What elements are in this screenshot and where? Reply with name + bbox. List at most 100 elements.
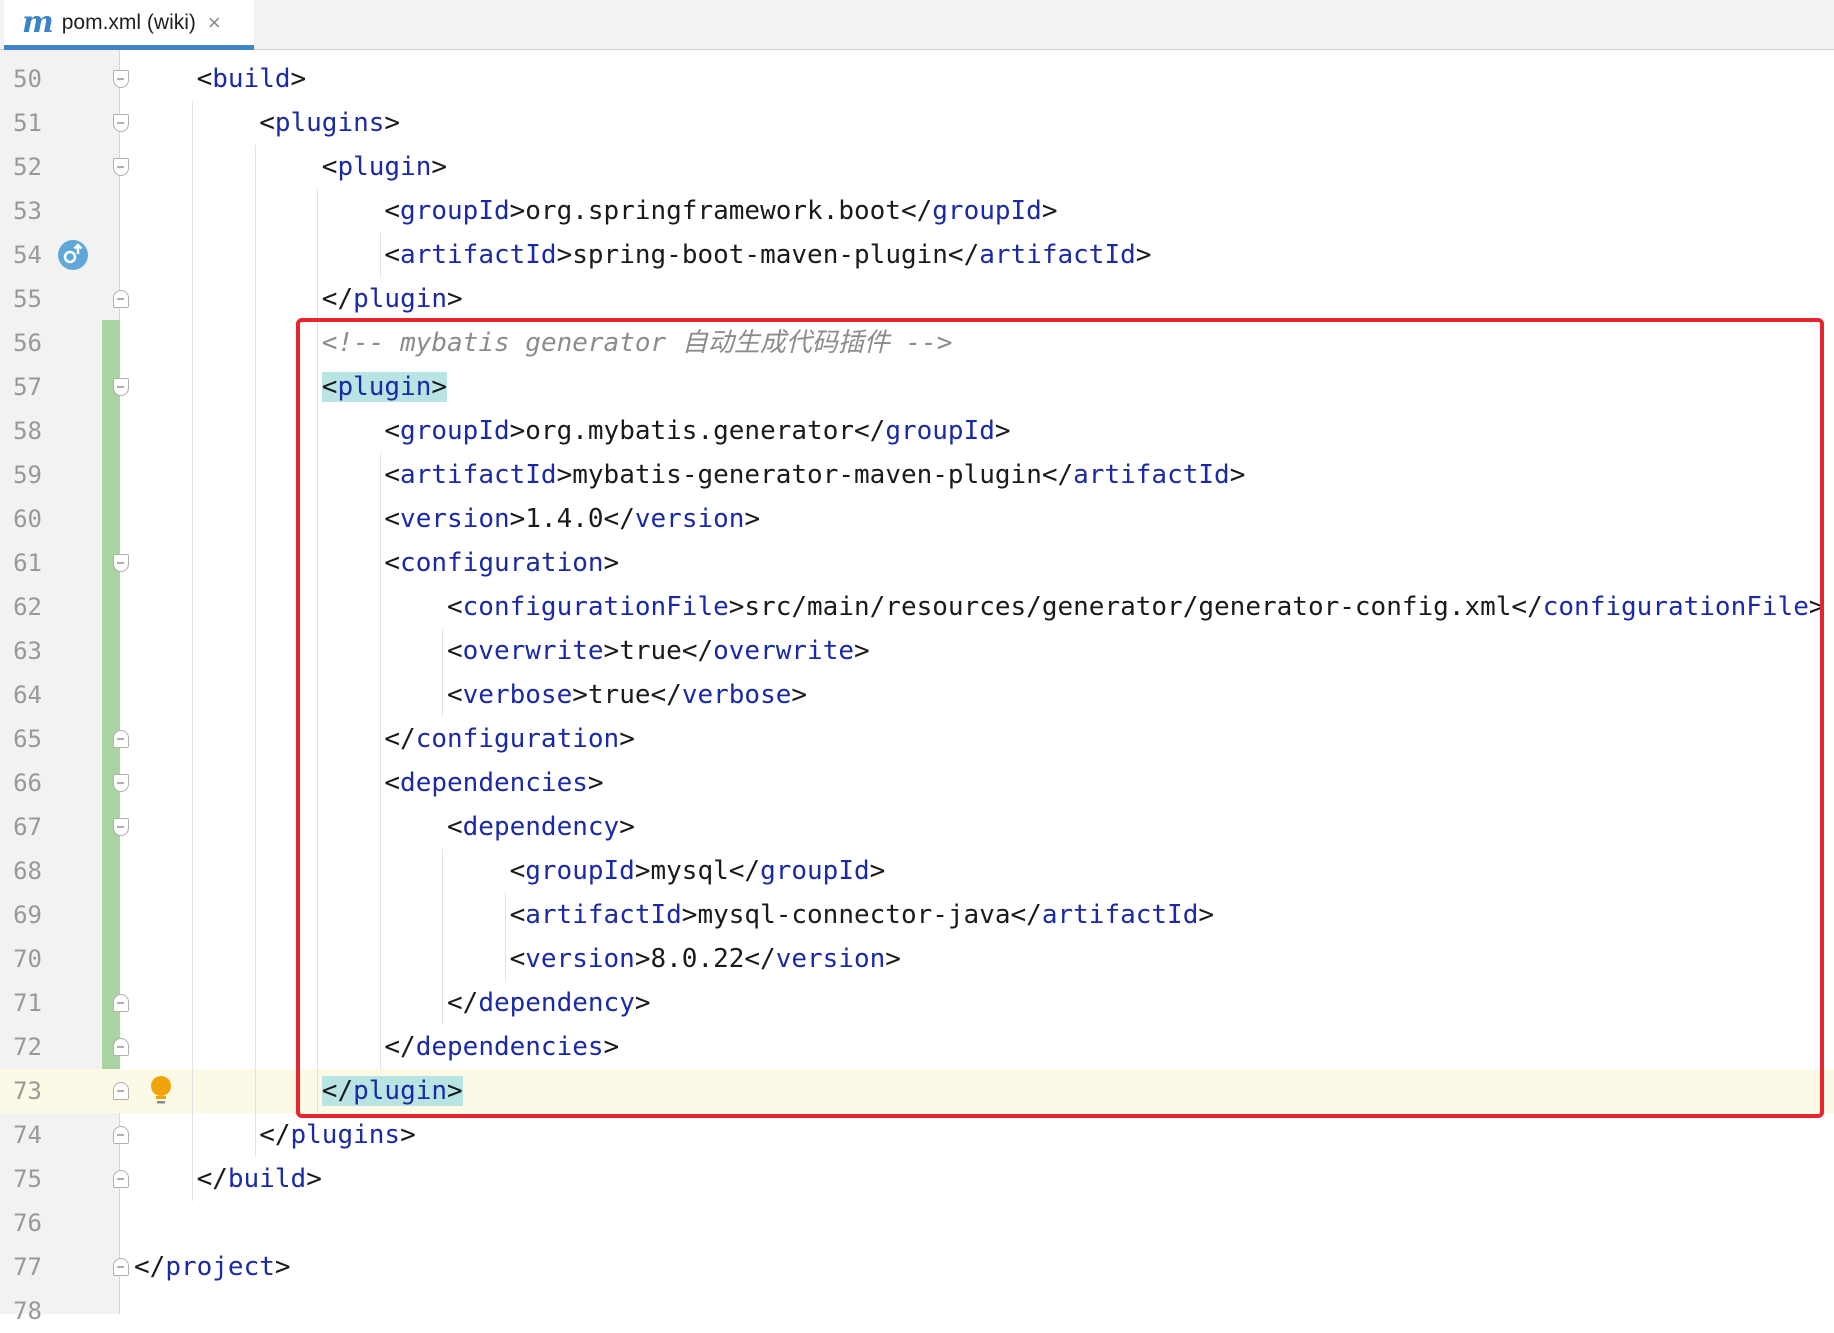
line-number[interactable]: 60	[0, 497, 60, 541]
code-line[interactable]: 53 <groupId>org.springframework.boot</gro…	[0, 189, 1834, 233]
line-number[interactable]: 76	[0, 1201, 60, 1245]
fold-collapse-icon[interactable]	[113, 554, 129, 572]
code-line[interactable]: 75 </build>	[0, 1157, 1834, 1201]
code-text[interactable]: </plugins>	[259, 1113, 416, 1157]
code-line[interactable]: 50 <build>	[0, 57, 1834, 101]
code-text[interactable]: <configurationFile>src/main/resources/ge…	[447, 585, 1825, 629]
code-line[interactable]: 56 <!-- mybatis generator 自动生成代码插件 -->	[0, 321, 1834, 365]
code-text[interactable]: <plugin>	[322, 145, 447, 189]
line-number[interactable]: 53	[0, 189, 60, 233]
code-text[interactable]: <dependency>	[447, 805, 635, 849]
code-line[interactable]: 73 </plugin>	[0, 1069, 1834, 1113]
code-line[interactable]: 78	[0, 1289, 1834, 1333]
fold-end-icon[interactable]	[113, 1126, 129, 1144]
line-number[interactable]: 51	[0, 101, 60, 145]
code-line[interactable]: 70 <version>8.0.22</version>	[0, 937, 1834, 981]
line-number[interactable]: 66	[0, 761, 60, 805]
fold-collapse-icon[interactable]	[113, 70, 129, 88]
code-line[interactable]: 52 <plugin>	[0, 145, 1834, 189]
line-number[interactable]: 67	[0, 805, 60, 849]
fold-end-icon[interactable]	[113, 1258, 129, 1276]
code-text[interactable]: </dependencies>	[384, 1025, 619, 1069]
bulb-icon[interactable]	[148, 1074, 174, 1108]
code-line[interactable]: 66 <dependencies>	[0, 761, 1834, 805]
line-number[interactable]: 68	[0, 849, 60, 893]
line-number[interactable]: 62	[0, 585, 60, 629]
code-line[interactable]: 55 </plugin>	[0, 277, 1834, 321]
line-number[interactable]: 65	[0, 717, 60, 761]
code-line[interactable]: 54 <artifactId>spring-boot-maven-plugin</…	[0, 233, 1834, 277]
code-text[interactable]: <build>	[197, 57, 307, 101]
code-text[interactable]: <version>8.0.22</version>	[510, 937, 901, 981]
code-text[interactable]: <version>1.4.0</version>	[384, 497, 760, 541]
line-number[interactable]: 72	[0, 1025, 60, 1069]
code-line[interactable]: 57 <plugin>	[0, 365, 1834, 409]
code-text[interactable]: <groupId>org.springframework.boot</group…	[384, 189, 1057, 233]
line-number[interactable]: 58	[0, 409, 60, 453]
line-number[interactable]: 64	[0, 673, 60, 717]
code-text[interactable]: </plugin>	[321, 1069, 463, 1113]
code-text[interactable]: <groupId>mysql</groupId>	[510, 849, 886, 893]
fold-collapse-icon[interactable]	[113, 378, 129, 396]
code-text[interactable]: </plugin>	[322, 277, 463, 321]
line-number[interactable]: 57	[0, 365, 60, 409]
code-text[interactable]: <verbose>true</verbose>	[447, 673, 807, 717]
code-text[interactable]: <dependencies>	[384, 761, 603, 805]
code-text[interactable]: <artifactId>spring-boot-maven-plugin</ar…	[384, 233, 1151, 277]
line-number[interactable]: 54	[0, 233, 60, 277]
fold-collapse-icon[interactable]	[113, 158, 129, 176]
code-text[interactable]: <groupId>org.mybatis.generator</groupId>	[384, 409, 1010, 453]
fold-end-icon[interactable]	[113, 730, 129, 748]
line-number[interactable]: 70	[0, 937, 60, 981]
close-icon[interactable]: ×	[208, 10, 221, 36]
line-number[interactable]: 59	[0, 453, 60, 497]
code-line[interactable]: 74 </plugins>	[0, 1113, 1834, 1157]
code-line[interactable]: 63 <overwrite>true</overwrite>	[0, 629, 1834, 673]
fold-end-icon[interactable]	[113, 290, 129, 308]
line-number[interactable]: 56	[0, 321, 60, 365]
code-line[interactable]: 71 </dependency>	[0, 981, 1834, 1025]
code-line[interactable]: 60 <version>1.4.0</version>	[0, 497, 1834, 541]
code-line[interactable]: 68 <groupId>mysql</groupId>	[0, 849, 1834, 893]
code-text[interactable]: </dependency>	[447, 981, 651, 1025]
code-line[interactable]: 77 </project>	[0, 1245, 1834, 1289]
fold-end-icon[interactable]	[113, 994, 129, 1012]
line-number[interactable]: 55	[0, 277, 60, 321]
code-line[interactable]: 62 <configurationFile>src/main/resources/…	[0, 585, 1834, 629]
code-text[interactable]: </configuration>	[384, 717, 634, 761]
code-line[interactable]: 67 <dependency>	[0, 805, 1834, 849]
fold-end-icon[interactable]	[113, 1038, 129, 1056]
code-text[interactable]: <overwrite>true</overwrite>	[447, 629, 870, 673]
line-number[interactable]: 63	[0, 629, 60, 673]
code-line[interactable]: 59 <artifactId>mybatis-generator-maven-pl…	[0, 453, 1834, 497]
line-number[interactable]: 61	[0, 541, 60, 585]
fold-end-icon[interactable]	[113, 1082, 129, 1100]
line-number[interactable]: 78	[0, 1289, 60, 1333]
fold-end-icon[interactable]	[113, 1170, 129, 1188]
code-line[interactable]: 61 <configuration>	[0, 541, 1834, 585]
code-line[interactable]: 69 <artifactId>mysql-connector-java</arti…	[0, 893, 1834, 937]
line-number[interactable]: 69	[0, 893, 60, 937]
code-line[interactable]: 72 </dependencies>	[0, 1025, 1834, 1069]
code-text[interactable]: <artifactId>mysql-connector-java</artifa…	[510, 893, 1214, 937]
fold-collapse-icon[interactable]	[113, 114, 129, 132]
line-number[interactable]: 77	[0, 1245, 60, 1289]
line-number[interactable]: 74	[0, 1113, 60, 1157]
line-number[interactable]: 71	[0, 981, 60, 1025]
code-line[interactable]: 51 <plugins>	[0, 101, 1834, 145]
code-line[interactable]: 58 <groupId>org.mybatis.generator</groupI…	[0, 409, 1834, 453]
code-text[interactable]: <configuration>	[384, 541, 619, 585]
code-text[interactable]: <!-- mybatis generator 自动生成代码插件 -->	[322, 321, 953, 365]
code-text[interactable]: </build>	[197, 1157, 322, 1201]
fold-collapse-icon[interactable]	[113, 774, 129, 792]
code-text[interactable]: <plugins>	[259, 101, 400, 145]
code-line[interactable]: 65 </configuration>	[0, 717, 1834, 761]
fold-collapse-icon[interactable]	[113, 818, 129, 836]
run-plugin-icon[interactable]	[56, 238, 90, 272]
code-text[interactable]: <artifactId>mybatis-generator-maven-plug…	[384, 453, 1245, 497]
line-number[interactable]: 52	[0, 145, 60, 189]
code-text[interactable]: <plugin>	[321, 365, 448, 409]
code-line[interactable]: 64 <verbose>true</verbose>	[0, 673, 1834, 717]
tab-pom-xml[interactable]: m pom.xml (wiki) ×	[4, 0, 254, 50]
line-number[interactable]: 50	[0, 57, 60, 101]
